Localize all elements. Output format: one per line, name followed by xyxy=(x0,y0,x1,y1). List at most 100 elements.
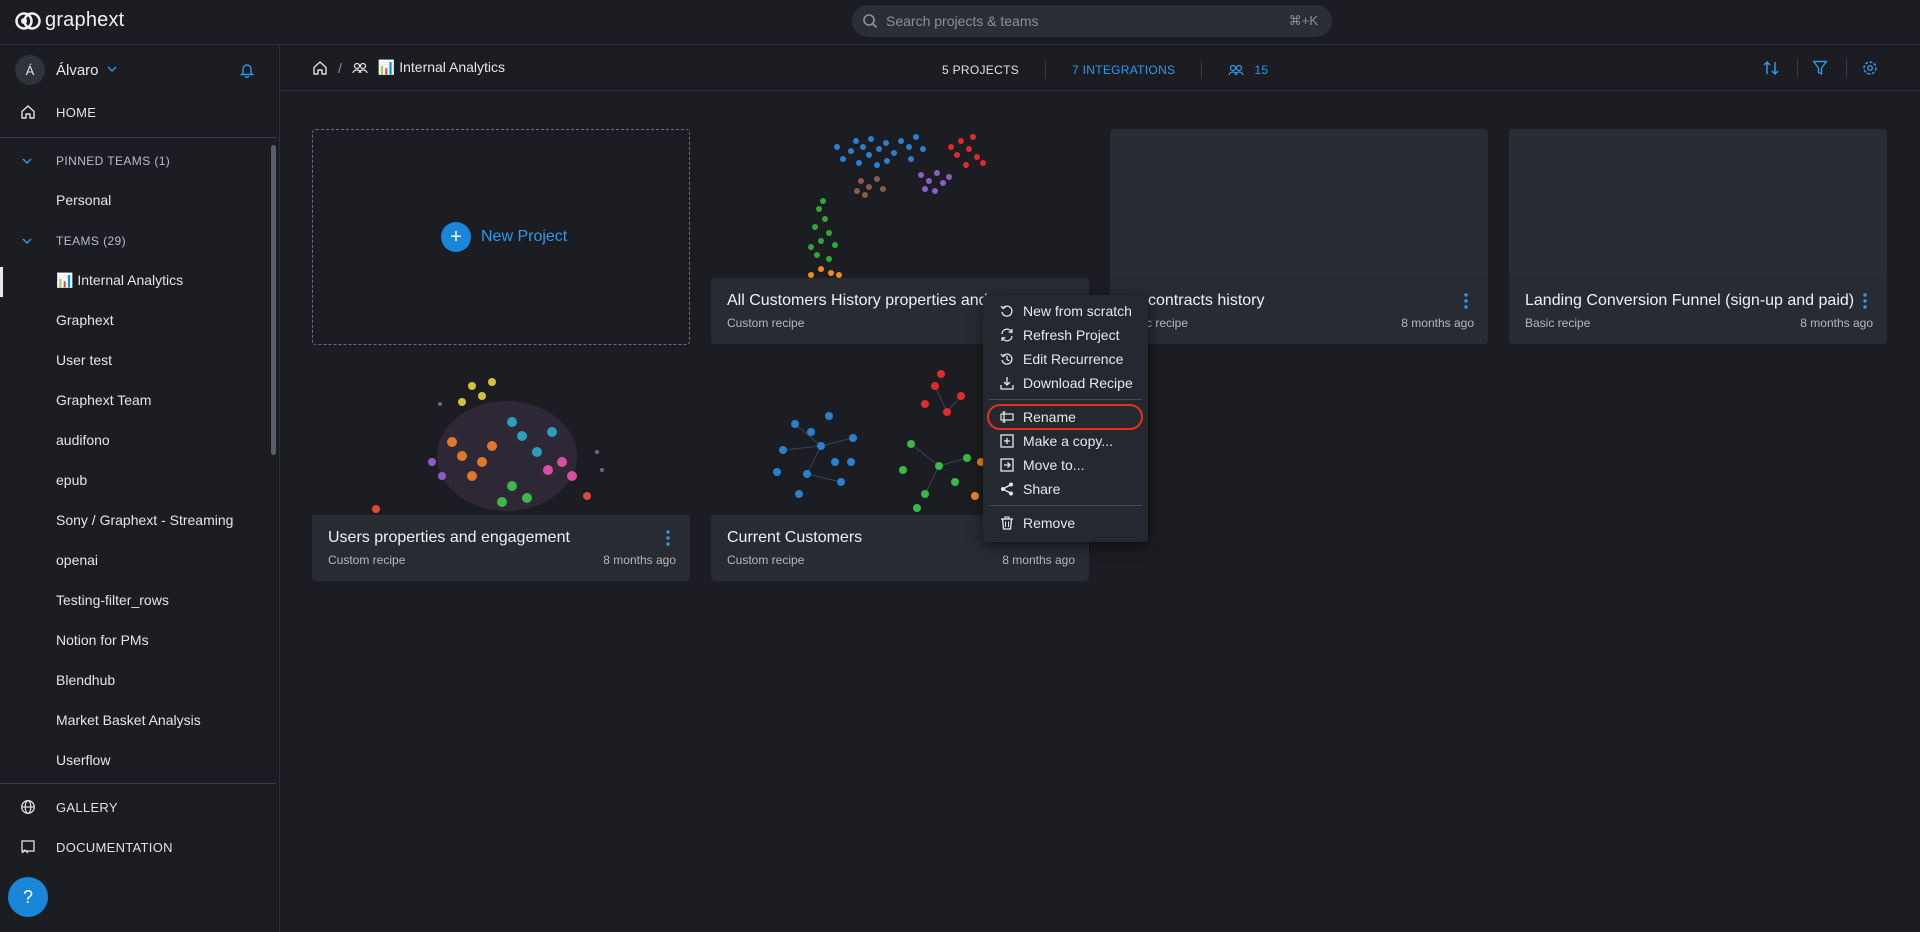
bell-icon[interactable] xyxy=(240,62,254,78)
teams-label: TEAMS (29) xyxy=(56,234,127,248)
pinned-teams-label: PINNED TEAMS (1) xyxy=(56,154,171,168)
divider xyxy=(1045,61,1047,79)
sidebar-item-graphext[interactable]: Graphext xyxy=(0,303,270,339)
projects-count[interactable]: 5 PROJECTS xyxy=(942,63,1019,77)
integrations-link[interactable]: 7 INTEGRATIONS xyxy=(1072,63,1175,77)
team-label: Market Basket Analysis xyxy=(56,712,201,728)
avatar[interactable]: Á xyxy=(15,55,45,85)
team-label: Testing-filter_rows xyxy=(56,592,169,608)
chevron-down-icon xyxy=(22,158,32,165)
sort-icon[interactable] xyxy=(1762,59,1780,77)
menu-item-move-to[interactable]: Move to... xyxy=(983,453,1148,477)
sidebar-item-audifono[interactable]: audifono xyxy=(0,423,270,459)
project-title: contracts history xyxy=(1148,292,1265,309)
members-link[interactable]: 15 xyxy=(1228,63,1268,77)
project-updated: 8 months ago xyxy=(603,553,676,567)
team-label: Sony / Graphext - Streaming xyxy=(56,512,234,528)
move-icon xyxy=(1000,458,1014,472)
menu-item-label: Share xyxy=(1023,481,1061,497)
team-label: Userflow xyxy=(56,752,111,768)
nav-gallery[interactable]: GALLERY xyxy=(0,787,276,827)
brand-name: graphext xyxy=(45,9,125,31)
gear-icon[interactable] xyxy=(1861,59,1879,77)
user-name[interactable]: Álvaro xyxy=(56,62,99,79)
sidebar-item-blendhub[interactable]: Blendhub xyxy=(0,663,270,699)
users-icon xyxy=(1228,64,1244,76)
pinned-teams-toggle[interactable]: PINNED TEAMS (1) xyxy=(0,145,270,177)
team-stats: 5 PROJECTS 7 INTEGRATIONS 15 xyxy=(942,61,1268,79)
nav-documentation[interactable]: DOCUMENTATION xyxy=(0,827,276,867)
project-card[interactable]: Users properties and engagement Custom r… xyxy=(312,366,690,581)
project-recipe: Custom recipe xyxy=(727,553,805,567)
project-title: All Customers History properties and xyxy=(727,292,988,309)
project-title: Current Customers xyxy=(727,529,863,546)
more-options-icon[interactable] xyxy=(1863,293,1867,309)
nav-home[interactable]: HOME xyxy=(0,92,276,132)
sidebar-item-personal[interactable]: Personal xyxy=(0,183,270,219)
team-label: Blendhub xyxy=(56,672,116,688)
sidebar-item-user-test[interactable]: User test xyxy=(0,343,270,379)
team-label: epub xyxy=(56,472,88,488)
chevron-down-icon xyxy=(22,238,32,245)
search-input[interactable]: Search projects & teams ⌘+K xyxy=(852,5,1332,37)
menu-divider xyxy=(989,505,1142,506)
project-thumbnail xyxy=(1110,129,1488,278)
breadcrumb-team[interactable]: 📊 Internal Analytics xyxy=(378,59,505,76)
project-updated: 8 months ago xyxy=(1800,316,1873,330)
sidebar-scrollbar[interactable] xyxy=(271,145,276,455)
nav-gallery-label: GALLERY xyxy=(56,799,118,815)
sidebar-item-internal-analytics[interactable]: 📊 Internal Analytics xyxy=(0,263,270,299)
sidebar-item-openai[interactable]: openai xyxy=(0,543,270,579)
home-icon[interactable] xyxy=(312,60,328,76)
teams-toggle[interactable]: TEAMS (29) xyxy=(0,225,270,257)
help-button[interactable]: ? xyxy=(8,877,48,917)
new-project-button[interactable]: + New Project xyxy=(441,222,567,252)
project-card[interactable]: contracts history c recipe 8 months ago xyxy=(1110,129,1488,344)
sidebar-item-userflow[interactable]: Userflow xyxy=(0,743,270,779)
menu-item-edit-recurrence[interactable]: Edit Recurrence xyxy=(983,347,1148,371)
project-recipe: c recipe xyxy=(1146,316,1189,330)
sidebar-item-sony-graphext-streaming[interactable]: Sony / Graphext - Streaming xyxy=(0,503,270,539)
sidebar-item-epub[interactable]: epub xyxy=(0,463,270,499)
menu-item-download-recipe[interactable]: Download Recipe xyxy=(983,371,1148,395)
team-label: Graphext xyxy=(56,312,114,328)
home-icon xyxy=(21,105,35,119)
chevron-down-icon[interactable] xyxy=(106,65,118,73)
new-project-card[interactable]: + New Project xyxy=(312,129,690,345)
team-label: Personal xyxy=(56,192,112,208)
team-label: openai xyxy=(56,552,99,568)
search-shortcut: ⌘+K xyxy=(1288,13,1318,28)
menu-item-new-from-scratch[interactable]: New from scratch xyxy=(983,299,1148,323)
recurrence-icon xyxy=(1000,353,1013,365)
project-card[interactable]: Landing Conversion Funnel (sign-up and p… xyxy=(1509,129,1887,344)
top-bar: graphext Search projects & teams ⌘+K xyxy=(0,0,1920,45)
menu-item-remove[interactable]: Remove xyxy=(983,511,1148,535)
new-from-scratch-icon xyxy=(1000,305,1013,317)
more-options-icon[interactable] xyxy=(666,530,670,546)
more-options-icon[interactable] xyxy=(1464,293,1468,309)
graphext-logo[interactable]: graphext xyxy=(15,9,124,32)
filter-icon[interactable] xyxy=(1812,59,1828,77)
menu-item-make-a-copy[interactable]: Make a copy... xyxy=(983,429,1148,453)
menu-item-label: Edit Recurrence xyxy=(1023,351,1124,367)
menu-item-refresh-project[interactable]: Refresh Project xyxy=(983,323,1148,347)
breadcrumb-separator: / xyxy=(338,59,342,76)
project-card-info: Users properties and engagement Custom r… xyxy=(312,515,690,581)
menu-item-share[interactable]: Share xyxy=(983,477,1148,501)
sidebar-item-graphext-team[interactable]: Graphext Team xyxy=(0,383,270,419)
sidebar-item-notion-for-pms[interactable]: Notion for PMs xyxy=(0,623,270,659)
sidebar-item-market-basket-analysis[interactable]: Market Basket Analysis xyxy=(0,703,270,739)
menu-item-label: Make a copy... xyxy=(1023,433,1114,449)
team-header: / 📊 Internal Analytics 5 PROJECTS 7 INTE… xyxy=(280,45,1920,91)
menu-item-label: Remove xyxy=(1023,515,1076,531)
team-label: 📊 Internal Analytics xyxy=(56,272,184,288)
team-icon xyxy=(352,62,368,73)
nav-home-label: HOME xyxy=(56,104,97,120)
menu-item-label: New from scratch xyxy=(1023,303,1132,319)
trash-icon xyxy=(1001,516,1013,530)
project-title: Users properties and engagement xyxy=(328,529,570,546)
rename-highlight xyxy=(987,404,1143,430)
divider xyxy=(0,137,276,138)
sidebar-item-testing-filter-rows[interactable]: Testing-filter_rows xyxy=(0,583,270,619)
user-menu[interactable]: Á Álvaro xyxy=(0,45,279,91)
